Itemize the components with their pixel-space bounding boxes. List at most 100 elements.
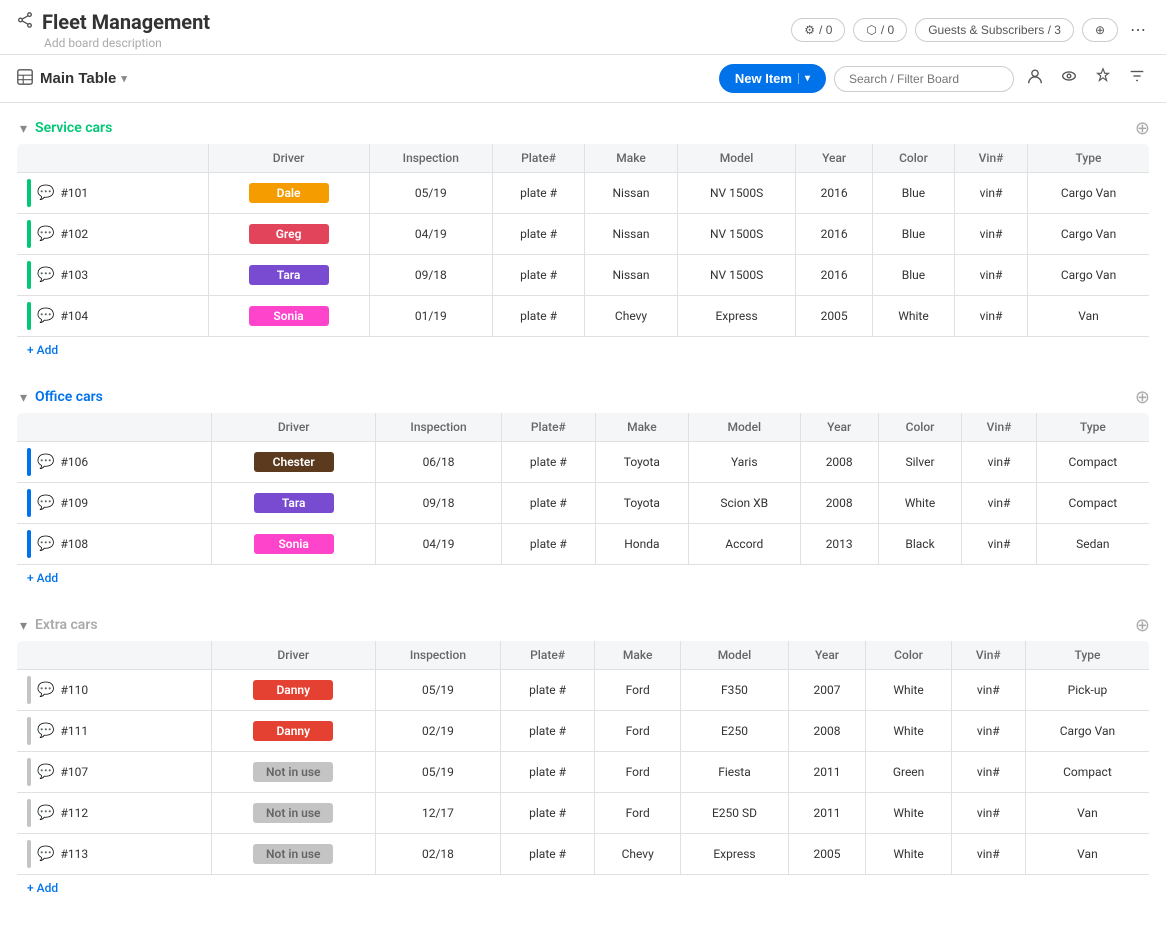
type-cell[interactable]: Cargo Van: [1028, 214, 1150, 255]
driver-badge[interactable]: Danny: [253, 721, 333, 741]
driver-cell[interactable]: Danny: [211, 711, 375, 752]
make-cell[interactable]: Ford: [595, 752, 681, 793]
inspection-cell[interactable]: 02/19: [375, 711, 500, 752]
vin-cell[interactable]: vin#: [962, 483, 1036, 524]
year-cell[interactable]: 2005: [796, 296, 873, 337]
plate-cell[interactable]: plate #: [501, 793, 595, 834]
color-cell[interactable]: Blue: [872, 214, 954, 255]
comment-icon[interactable]: 💬: [37, 846, 54, 862]
make-cell[interactable]: Chevy: [585, 296, 678, 337]
more-options-button[interactable]: ⋯: [1126, 16, 1150, 44]
make-cell[interactable]: Toyota: [595, 483, 688, 524]
year-cell[interactable]: 2016: [796, 214, 873, 255]
driver-cell[interactable]: Danny: [211, 670, 375, 711]
inspection-cell[interactable]: 12/17: [375, 793, 500, 834]
make-cell[interactable]: Ford: [595, 711, 681, 752]
vin-cell[interactable]: vin#: [951, 711, 1025, 752]
invite-button[interactable]: ⊕: [1082, 18, 1118, 42]
color-cell[interactable]: White: [878, 483, 962, 524]
model-cell[interactable]: Express: [677, 296, 796, 337]
vin-cell[interactable]: vin#: [951, 793, 1025, 834]
vin-cell[interactable]: vin#: [962, 524, 1036, 565]
driver-cell[interactable]: Chester: [212, 442, 376, 483]
type-cell[interactable]: Cargo Van: [1025, 711, 1149, 752]
inspection-cell[interactable]: 04/19: [369, 214, 492, 255]
year-cell[interactable]: 2007: [788, 670, 866, 711]
driver-badge[interactable]: Dale: [249, 183, 329, 203]
driver-cell[interactable]: Sonia: [208, 296, 369, 337]
model-cell[interactable]: Yaris: [688, 442, 800, 483]
model-cell[interactable]: Accord: [688, 524, 800, 565]
plate-cell[interactable]: plate #: [501, 752, 595, 793]
comment-icon[interactable]: 💬: [37, 764, 54, 780]
filter-icon[interactable]: [1124, 63, 1150, 94]
comment-icon[interactable]: 💬: [37, 226, 54, 242]
group-toggle-service[interactable]: ▾: [20, 120, 27, 137]
make-cell[interactable]: Ford: [595, 793, 681, 834]
year-cell[interactable]: 2013: [800, 524, 878, 565]
driver-badge[interactable]: Sonia: [249, 306, 329, 326]
comment-icon[interactable]: 💬: [37, 267, 54, 283]
plate-cell[interactable]: plate #: [501, 670, 595, 711]
add-row-label-office[interactable]: + Add: [17, 565, 1150, 592]
group-toggle-office[interactable]: ▾: [20, 389, 27, 406]
integrations-button[interactable]: ⬡ / 0: [853, 18, 907, 42]
vin-cell[interactable]: vin#: [955, 296, 1028, 337]
driver-cell[interactable]: Not in use: [211, 793, 375, 834]
color-cell[interactable]: Black: [878, 524, 962, 565]
color-cell[interactable]: Green: [866, 752, 951, 793]
color-cell[interactable]: White: [872, 296, 954, 337]
model-cell[interactable]: Fiesta: [681, 752, 788, 793]
vin-cell[interactable]: vin#: [951, 752, 1025, 793]
model-cell[interactable]: NV 1500S: [677, 173, 796, 214]
inspection-cell[interactable]: 05/19: [375, 670, 500, 711]
add-to-group-extra[interactable]: ⊕: [1135, 616, 1150, 634]
color-cell[interactable]: White: [866, 670, 951, 711]
plate-cell[interactable]: plate #: [501, 442, 595, 483]
driver-badge[interactable]: Greg: [249, 224, 329, 244]
plate-cell[interactable]: plate #: [501, 524, 595, 565]
year-cell[interactable]: 2016: [796, 173, 873, 214]
year-cell[interactable]: 2011: [788, 793, 866, 834]
driver-cell[interactable]: Tara: [212, 483, 376, 524]
type-cell[interactable]: Van: [1028, 296, 1150, 337]
make-cell[interactable]: Nissan: [585, 255, 678, 296]
add-row-office[interactable]: + Add: [17, 565, 1150, 592]
driver-badge[interactable]: Not in use: [253, 762, 333, 782]
driver-badge[interactable]: Danny: [253, 680, 333, 700]
board-description[interactable]: Add board description: [16, 36, 210, 50]
driver-cell[interactable]: Sonia: [212, 524, 376, 565]
plate-cell[interactable]: plate #: [492, 296, 584, 337]
driver-cell[interactable]: Tara: [208, 255, 369, 296]
search-input[interactable]: [834, 66, 1014, 92]
driver-badge[interactable]: Tara: [254, 493, 334, 513]
comment-icon[interactable]: 💬: [37, 536, 54, 552]
comment-icon[interactable]: 💬: [37, 495, 54, 511]
add-row-extra[interactable]: + Add: [17, 875, 1150, 902]
type-cell[interactable]: Cargo Van: [1028, 173, 1150, 214]
type-cell[interactable]: Compact: [1025, 752, 1149, 793]
comment-icon[interactable]: 💬: [37, 805, 54, 821]
comment-icon[interactable]: 💬: [37, 454, 54, 470]
model-cell[interactable]: NV 1500S: [677, 214, 796, 255]
user-icon[interactable]: [1022, 63, 1048, 94]
new-item-button[interactable]: New Item ▾: [719, 64, 826, 93]
vin-cell[interactable]: vin#: [955, 173, 1028, 214]
guests-button[interactable]: Guests & Subscribers / 3: [915, 18, 1074, 42]
color-cell[interactable]: Blue: [872, 255, 954, 296]
make-cell[interactable]: Ford: [595, 670, 681, 711]
driver-badge[interactable]: Chester: [254, 452, 334, 472]
inspection-cell[interactable]: 09/18: [369, 255, 492, 296]
driver-cell[interactable]: Not in use: [211, 752, 375, 793]
inspection-cell[interactable]: 09/18: [376, 483, 502, 524]
plate-cell[interactable]: plate #: [492, 255, 584, 296]
make-cell[interactable]: Nissan: [585, 173, 678, 214]
model-cell[interactable]: Scion XB: [688, 483, 800, 524]
inspection-cell[interactable]: 06/18: [376, 442, 502, 483]
inspection-cell[interactable]: 01/19: [369, 296, 492, 337]
type-cell[interactable]: Sedan: [1036, 524, 1149, 565]
pin-icon[interactable]: [1090, 63, 1116, 94]
vin-cell[interactable]: vin#: [955, 255, 1028, 296]
make-cell[interactable]: Honda: [595, 524, 688, 565]
year-cell[interactable]: 2008: [800, 442, 878, 483]
